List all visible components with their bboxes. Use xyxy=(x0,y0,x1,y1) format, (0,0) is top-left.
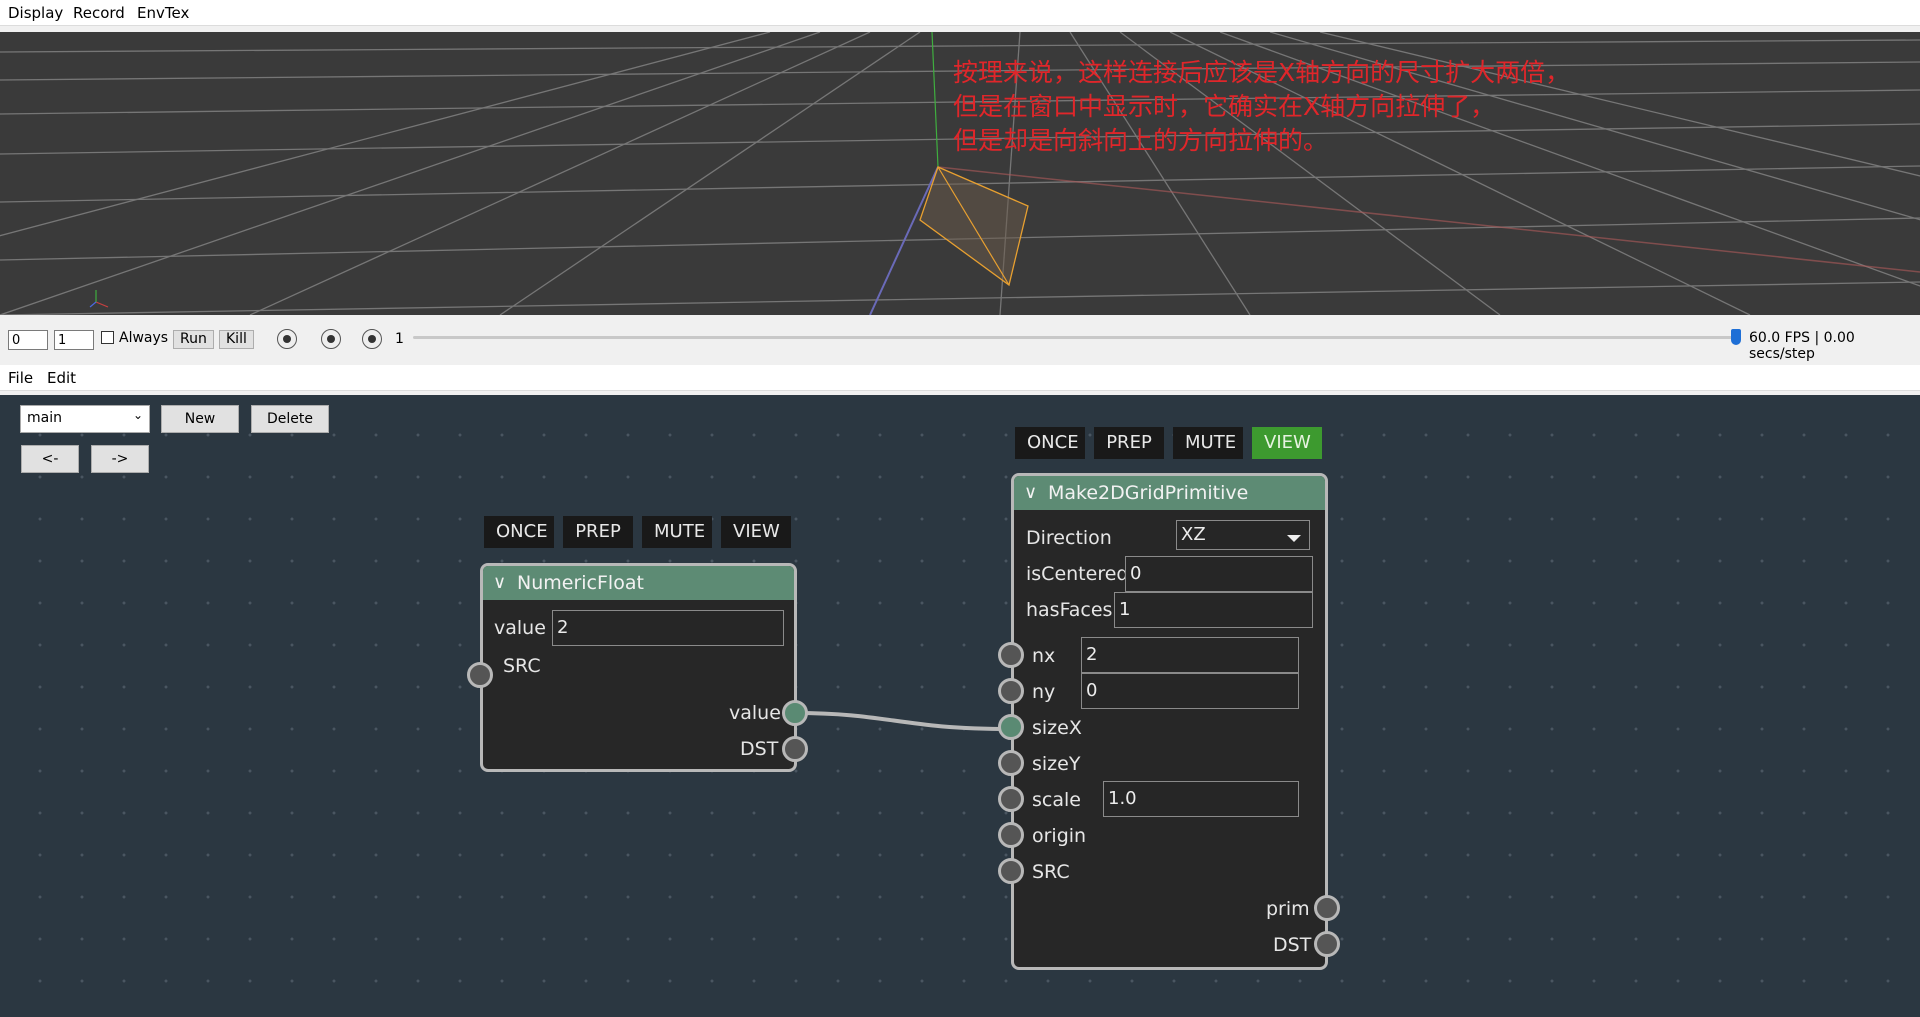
editor-menubar: File Edit xyxy=(0,365,1920,391)
fps-status: 60.0 FPS | 0.00 secs/step xyxy=(1749,330,1855,362)
current-frame-label: 1 xyxy=(395,331,404,347)
next-frame-button[interactable] xyxy=(362,329,382,349)
make2dgrid-title: Make2DGridPrimitive xyxy=(1048,482,1249,504)
iscentered-label: isCentered xyxy=(1026,563,1129,585)
nx-label: nx xyxy=(1032,645,1056,667)
numericfloat-dst-socket[interactable] xyxy=(782,736,808,762)
sizex-socket[interactable] xyxy=(998,714,1024,740)
iscentered-field[interactable]: 0 xyxy=(1125,556,1313,592)
prim-socket[interactable] xyxy=(1314,895,1340,921)
menu-edit[interactable]: Edit xyxy=(47,369,76,387)
sizey-socket[interactable] xyxy=(998,750,1024,776)
make2dgrid-header[interactable]: ∨ Make2DGridPrimitive xyxy=(1014,476,1325,510)
x-axis xyxy=(937,166,1920,273)
sizex-label: sizeX xyxy=(1032,717,1082,739)
grid-src-socket[interactable] xyxy=(998,858,1024,884)
ny-label: ny xyxy=(1032,681,1056,703)
grid-dst-label: DST xyxy=(1273,934,1312,956)
viewer-menubar: Display Record EnvTex xyxy=(0,0,1920,26)
numericfloat-node[interactable]: ∨ NumericFloat value 2 SRC value DST xyxy=(480,563,797,772)
always-label: Always xyxy=(119,330,169,346)
nx-socket[interactable] xyxy=(998,642,1024,668)
y-axis xyxy=(931,32,939,168)
direction-value: XZ xyxy=(1181,524,1206,545)
numericfloat-mute-tag[interactable]: MUTE xyxy=(642,516,712,548)
grid-once-tag[interactable]: ONCE xyxy=(1015,427,1085,459)
grid-view-tag[interactable]: VIEW xyxy=(1252,427,1322,459)
collapse-chevron-icon[interactable]: ∨ xyxy=(493,566,506,600)
forward-button[interactable]: -> xyxy=(91,445,149,473)
dropdown-arrow-icon xyxy=(1287,535,1301,542)
scale-field[interactable]: 1.0 xyxy=(1103,781,1299,817)
value-field[interactable]: 2 xyxy=(552,610,784,646)
delete-graph-button[interactable]: Delete xyxy=(251,405,329,433)
chevron-down-icon: ⌄ xyxy=(132,408,143,422)
grid-dst-socket[interactable] xyxy=(1314,931,1340,957)
timeline-bar: Always Run Kill 1 60.0 FPS | 0.00 secs/s… xyxy=(0,320,1920,362)
kill-button[interactable]: Kill xyxy=(219,330,254,349)
link-value-to-sizex[interactable] xyxy=(794,711,1012,731)
hasfaces-label: hasFaces xyxy=(1026,599,1113,621)
direction-select[interactable]: XZ xyxy=(1176,520,1310,550)
annotation-line-3: 但是却是向斜向上的方向拉伸的。 xyxy=(953,126,1329,155)
menu-envtex[interactable]: EnvTex xyxy=(137,4,189,22)
ny-field[interactable]: 0 xyxy=(1081,673,1299,709)
prev-frame-button[interactable] xyxy=(321,329,341,349)
menu-display[interactable]: Display xyxy=(8,4,63,22)
numericfloat-header[interactable]: ∨ NumericFloat xyxy=(483,566,794,600)
end-frame-input[interactable] xyxy=(54,330,94,350)
numericfloat-prep-tag[interactable]: PREP xyxy=(563,516,633,548)
menu-record[interactable]: Record xyxy=(73,4,125,22)
stop-button[interactable] xyxy=(277,329,297,349)
numericfloat-dst-label: DST xyxy=(740,738,779,760)
origin-socket[interactable] xyxy=(998,822,1024,848)
node-graph[interactable]: main ⌄ New Delete <- -> ONCE PREP MUTE V… xyxy=(0,395,1920,1017)
numericfloat-value-socket[interactable] xyxy=(782,700,808,726)
grid-mute-tag[interactable]: MUTE xyxy=(1173,427,1243,459)
annotation-line-2: 但是在窗口中显示时，它确实在X轴方向拉伸了， xyxy=(953,92,1496,121)
numericfloat-view-tag[interactable]: VIEW xyxy=(721,516,791,548)
collapse-chevron-icon[interactable]: ∨ xyxy=(1024,476,1037,510)
graph-links xyxy=(794,711,1012,731)
grid-prep-tag[interactable]: PREP xyxy=(1094,427,1164,459)
timeline-slider-track[interactable] xyxy=(413,336,1738,339)
value-param-label: value xyxy=(494,617,546,639)
numericfloat-src-socket[interactable] xyxy=(467,662,493,688)
new-graph-button[interactable]: New xyxy=(161,405,239,433)
run-button[interactable]: Run xyxy=(173,330,214,349)
make2dgrid-node[interactable]: ∨ Make2DGridPrimitive Direction XZ isCen… xyxy=(1011,473,1328,970)
hasfaces-field[interactable]: 1 xyxy=(1114,592,1313,628)
always-checkbox[interactable] xyxy=(101,331,114,344)
timeline-slider-handle[interactable] xyxy=(1731,329,1741,345)
numericfloat-value-output-label: value xyxy=(729,702,781,724)
numericfloat-title: NumericFloat xyxy=(517,572,644,594)
numericfloat-src-label: SRC xyxy=(503,655,541,677)
prim-output-label: prim xyxy=(1266,898,1310,920)
graph-select-value: main xyxy=(27,410,62,426)
start-frame-input[interactable] xyxy=(8,330,48,350)
grid-src-label: SRC xyxy=(1032,861,1070,883)
axis-gizmo xyxy=(89,290,109,308)
origin-label: origin xyxy=(1032,825,1087,847)
graph-select[interactable]: main ⌄ xyxy=(20,405,150,433)
nx-field[interactable]: 2 xyxy=(1081,637,1299,673)
annotation-line-1: 按理来说，这样连接后应该是X轴方向的尺寸扩大两倍， xyxy=(953,58,1571,87)
ny-socket[interactable] xyxy=(998,678,1024,704)
numericfloat-once-tag[interactable]: ONCE xyxy=(484,516,554,548)
menu-file[interactable]: File xyxy=(8,369,33,387)
scale-socket[interactable] xyxy=(998,786,1024,812)
3d-viewport[interactable]: 按理来说，这样连接后应该是X轴方向的尺寸扩大两倍， 但是在窗口中显示时，它确实在… xyxy=(0,32,1920,315)
sizey-label: sizeY xyxy=(1032,753,1081,775)
scale-label: scale xyxy=(1032,789,1081,811)
back-button[interactable]: <- xyxy=(21,445,79,473)
direction-label: Direction xyxy=(1026,527,1112,549)
